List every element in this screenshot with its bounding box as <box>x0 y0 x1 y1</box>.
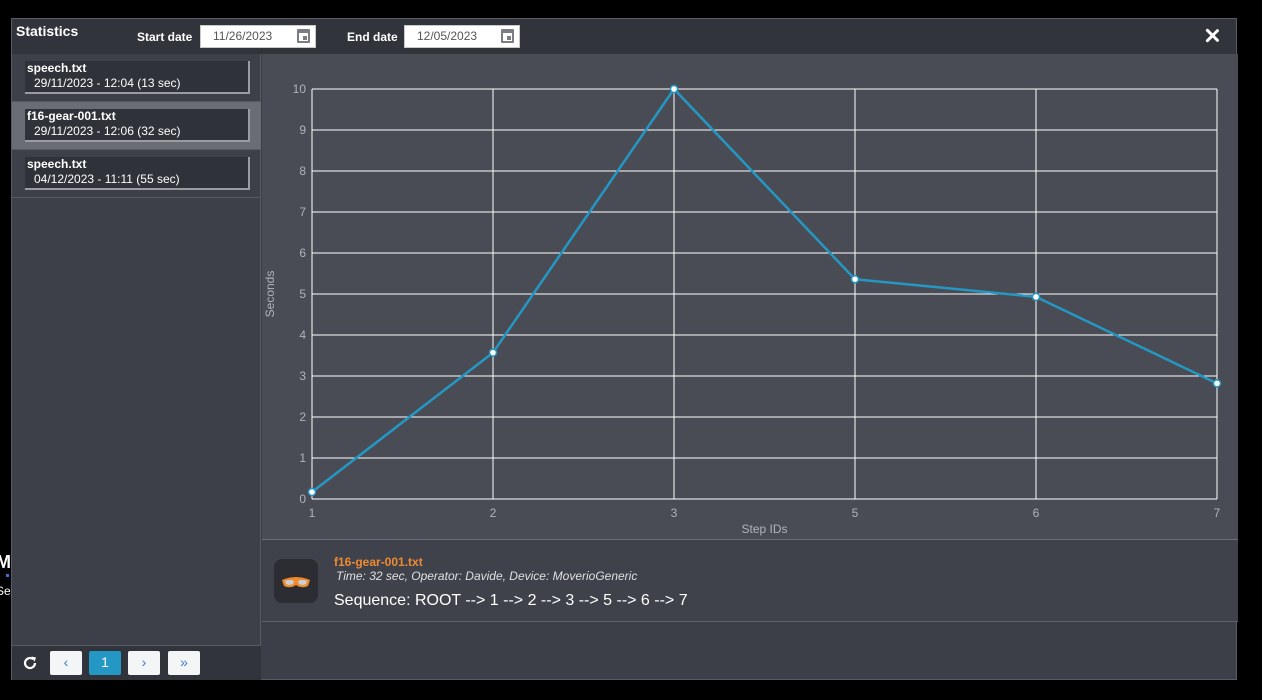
session-filename: speech.txt <box>27 157 87 171</box>
chart-panel: 0 1 2 3 4 5 6 7 8 9 10 1 2 3 5 6 7 Step IDs Seconds <box>262 54 1238 540</box>
session-datetime: 29/11/2023 - 12:04 (13 sec) <box>34 76 181 90</box>
y-axis-label: Seconds <box>263 271 277 318</box>
background-logo-letter: M <box>0 552 11 572</box>
session-datetime: 04/12/2023 - 11:11 (55 sec) <box>34 172 180 186</box>
x-tick-label: 7 <box>1214 506 1221 520</box>
data-point <box>488 348 498 357</box>
close-icon[interactable] <box>1200 24 1224 48</box>
dialog-title: Statistics <box>16 23 79 39</box>
data-point <box>850 274 860 284</box>
session-datetime: 29/11/2023 - 12:06 (32 sec) <box>34 124 181 138</box>
x-tick-label: 2 <box>490 506 497 520</box>
series-line <box>311 87 1218 494</box>
details-meta: Time: 32 sec, Operator: Davide, Device: … <box>336 569 638 583</box>
session-card: speech.txt 04/12/2023 - 11:11 (55 sec) <box>25 157 250 190</box>
y-tick-label: 0 <box>299 492 306 506</box>
data-point <box>1212 379 1222 388</box>
data-point <box>669 84 679 94</box>
start-date-value: 11/26/2023 <box>213 29 273 43</box>
y-tick-label: 10 <box>293 82 307 96</box>
statistics-dialog: Statistics Start date 11/26/2023 End dat… <box>11 18 1238 680</box>
pagination-bar: ‹ 1 › » <box>12 645 261 680</box>
page-1-button[interactable]: 1 <box>89 651 121 675</box>
session-item[interactable]: speech.txt 29/11/2023 - 12:04 (13 sec) <box>12 54 261 102</box>
last-page-button[interactable]: » <box>168 651 200 675</box>
session-item-selected[interactable]: f16-gear-001.txt 29/11/2023 - 12:06 (32 … <box>12 102 261 150</box>
y-tick-label: 8 <box>299 164 306 178</box>
calendar-icon[interactable] <box>501 29 514 43</box>
session-filename: f16-gear-001.txt <box>27 109 116 123</box>
step-time-line-chart: 0123456789101 2 3 5 6 7Step IDsSeconds <box>263 82 1222 536</box>
y-tick-label: 2 <box>299 410 306 424</box>
details-sequence: Sequence: ROOT --> 1 --> 2 --> 3 --> 5 -… <box>334 592 688 609</box>
session-list-panel: speech.txt 29/11/2023 - 12:04 (13 sec) f… <box>12 54 261 680</box>
session-item[interactable]: speech.txt 04/12/2023 - 11:11 (55 sec) <box>12 150 261 198</box>
x-tick-label: 3 <box>671 506 678 520</box>
background-text: Se <box>0 584 11 598</box>
session-card: speech.txt 29/11/2023 - 12:04 (13 sec) <box>25 61 250 94</box>
end-date-input[interactable]: 12/05/2023 <box>404 25 520 48</box>
data-point <box>1031 292 1041 302</box>
background-logo-dot <box>6 574 9 577</box>
x-tick-label: 1 <box>309 506 316 520</box>
previous-page-button[interactable]: ‹ <box>50 651 82 675</box>
dialog-header: Statistics Start date 11/26/2023 End dat… <box>12 19 1236 54</box>
y-tick-label: 7 <box>299 205 306 219</box>
end-date-value: 12/05/2023 <box>417 29 478 43</box>
y-tick-label: 4 <box>299 328 306 342</box>
y-tick-label: 6 <box>299 246 306 260</box>
x-tick-label: 6 <box>1033 506 1040 520</box>
details-filename: f16-gear-001.txt <box>334 555 423 569</box>
x-tick-label: 5 <box>852 506 859 520</box>
y-tick-label: 1 <box>299 451 306 465</box>
session-card: f16-gear-001.txt 29/11/2023 - 12:06 (32 … <box>25 109 250 142</box>
x-axis-label: Step IDs <box>741 522 787 536</box>
y-tick-label: 5 <box>299 287 306 301</box>
data-point <box>307 487 317 497</box>
next-page-button[interactable]: › <box>128 651 160 675</box>
session-filename: speech.txt <box>27 61 87 75</box>
start-date-label: Start date <box>137 30 193 44</box>
smart-glasses-icon <box>274 559 318 603</box>
start-date-input[interactable]: 11/26/2023 <box>200 25 316 48</box>
calendar-icon[interactable] <box>297 29 310 43</box>
y-tick-label: 9 <box>299 123 306 137</box>
end-date-label: End date <box>347 30 398 44</box>
session-details: f16-gear-001.txt Time: 32 sec, Operator:… <box>262 540 1238 622</box>
y-tick-label: 3 <box>299 369 306 383</box>
refresh-icon[interactable] <box>22 655 38 671</box>
